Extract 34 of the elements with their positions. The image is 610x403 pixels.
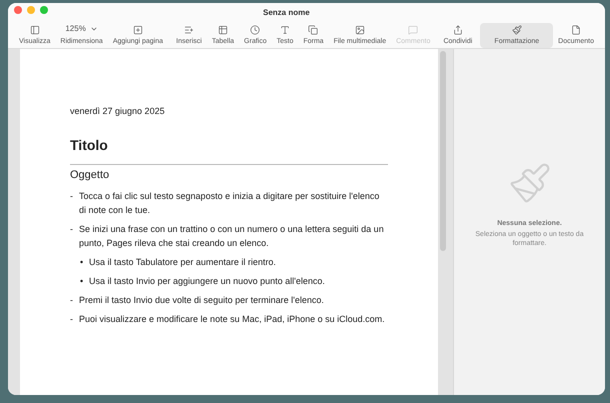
close-button[interactable]: [14, 6, 22, 14]
plus-square-icon: [132, 25, 143, 35]
comment-icon: [408, 25, 418, 35]
zoom-button[interactable]: [40, 6, 48, 14]
chevron-icon: [90, 25, 98, 33]
date-text: venerdì 27 giugno 2025: [70, 105, 166, 118]
list-marker: -: [70, 294, 74, 307]
clock-icon: [250, 25, 260, 35]
list-item-text: Usa il tasto Invio per aggiungere un nuovo punto all'elenco.: [89, 275, 325, 288]
list-marker: •: [80, 256, 84, 269]
zoom-value: 125%: [65, 23, 98, 35]
minimize-button[interactable]: [27, 6, 35, 14]
list-item-text: Se inizi una frase con un trattino o con un numero o una lettera seguiti da un punto, Pages rileva che stai creando un elenco.: [79, 223, 385, 250]
list-marker: -: [70, 223, 74, 236]
text-box-icon: [280, 25, 290, 35]
list-plus-icon: [184, 25, 194, 35]
list-marker: -: [70, 190, 74, 203]
list-marker: •: [80, 275, 84, 288]
list-marker: -: [70, 313, 74, 326]
paintbrush-icon: [508, 161, 552, 205]
subject-heading: Oggetto: [70, 168, 110, 182]
document-title: Titolo: [70, 136, 109, 154]
share-icon: [452, 25, 463, 35]
image-icon: [354, 25, 365, 35]
list-item-text: Premi il tasto Invio due volte di seguito per terminare l'elenco.: [79, 294, 324, 307]
window-title: Senza nome: [263, 7, 310, 19]
paintbrush-icon: [512, 25, 522, 35]
list-item-text: Puoi visualizzare e modificare le note su Mac, iPad, iPhone o su iCloud.com.: [79, 313, 385, 326]
list-item-text: Usa il tasto Tabulatore per aumentare il rientro.: [89, 256, 276, 269]
document-icon: [571, 25, 582, 35]
table-icon: [218, 25, 228, 35]
sidebar-icon: [30, 25, 40, 35]
list-item-text: Tocca o fai clic sul testo segnaposto e inizia a digitare per sostituire l'elenco di note con le tue.: [79, 190, 380, 217]
shapes-icon: [308, 25, 318, 35]
